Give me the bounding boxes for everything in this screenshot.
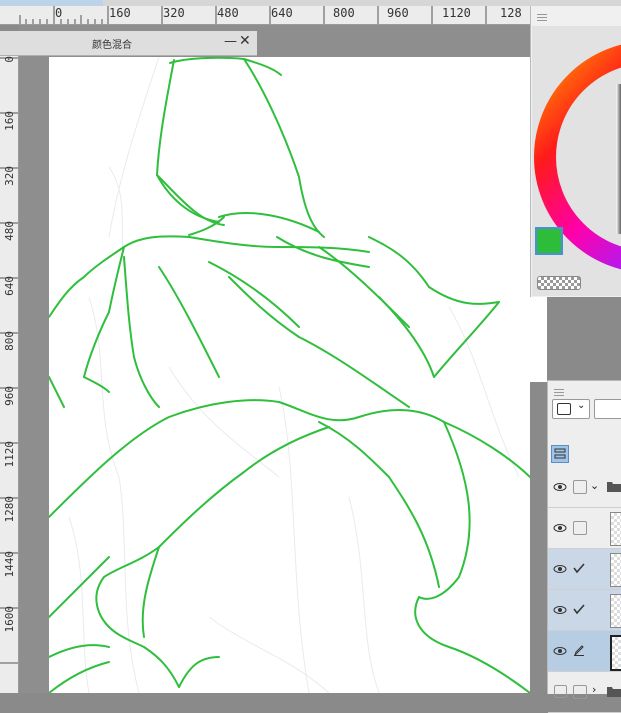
v-ruler-label: 320 [3,166,16,186]
layer-panel: ⌄ ⌄ › [547,380,621,713]
chevron-right-icon[interactable]: › [592,683,596,696]
color-mixing-panel-title: 颜色混合 [92,40,132,51]
eye-icon[interactable] [553,562,567,576]
blend-mode-dropdown[interactable]: ⌄ [552,399,590,419]
checkbox[interactable] [573,480,587,494]
canvas-extension [530,297,547,382]
drawing-canvas[interactable] [49,57,530,693]
h-ruler-label: 128 [500,6,522,20]
panel-grip-icon[interactable] [537,12,547,22]
visibility-checkbox[interactable] [554,685,567,698]
h-ruler-label: 640 [271,6,293,20]
v-ruler-label: 160 [3,111,16,131]
close-button[interactable]: ✕ [239,33,251,49]
vertical-ruler: 0 160 320 480 640 800 960 1120 1280 1440… [0,50,19,693]
layer-row[interactable] [548,549,621,590]
layer-list-icon[interactable] [551,445,569,463]
horizontal-ruler: 0 160 320 480 640 800 960 1120 128 [0,6,530,25]
transparent-color-swatch[interactable] [537,276,581,290]
opacity-field[interactable] [594,399,621,419]
layer-row[interactable] [548,590,621,631]
v-ruler-label: 1280 [3,496,16,523]
layer-thumbnail [610,635,621,671]
folder-icon [607,482,621,492]
color-wheel-panel [530,6,621,297]
v-ruler-marks [0,57,18,664]
minimize-button[interactable]: — [224,34,237,49]
document-tab-label: 250504 [2,0,40,3]
current-color-swatch[interactable] [535,227,563,255]
layer-row-folder[interactable]: ⌄ [548,467,621,508]
v-ruler-label: 480 [3,221,16,241]
check-icon[interactable] [573,562,585,574]
h-ruler-label: 0 [55,6,63,20]
h-ruler-label: 1120 [442,6,471,20]
h-ruler-label: 320 [163,6,185,20]
layer-row-active[interactable] [548,631,621,672]
chevron-down-icon[interactable]: ⌄ [590,479,599,492]
color-wheel[interactable] [532,26,621,296]
h-ruler-label: 160 [109,6,131,20]
check-icon[interactable] [573,603,585,615]
v-ruler-label: 1120 [3,441,16,468]
h-ruler-label: 960 [387,6,409,20]
chevron-down-icon: ⌄ [577,400,586,411]
eye-icon[interactable] [553,644,567,658]
layer-row[interactable] [548,508,621,549]
folder-icon [607,687,621,697]
pen-icon[interactable] [573,644,585,656]
v-ruler-label: 640 [3,276,16,296]
v-ruler-label: 1600 [3,606,16,633]
color-wheel-area [532,26,621,296]
layer-thumbnail [610,594,621,628]
panel-grip-icon[interactable] [554,387,564,397]
v-ruler-label: 0 [3,56,16,63]
eye-icon[interactable] [553,521,567,535]
eye-icon[interactable] [553,603,567,617]
v-ruler-label: 800 [3,331,16,351]
checkbox[interactable] [573,521,587,535]
layer-thumbnail [610,512,621,546]
h-ruler-label: 480 [217,6,239,20]
square-icon [557,403,571,415]
checkbox[interactable] [573,685,587,699]
color-mixing-panel-header[interactable]: 颜色混合 — ✕ [0,31,257,56]
v-ruler-label: 960 [3,386,16,406]
h-ruler-label: 800 [333,6,355,20]
layer-thumbnail [610,553,621,587]
sketch-lines [49,57,530,693]
eye-icon[interactable] [553,480,567,494]
v-ruler-label: 1440 [3,551,16,578]
